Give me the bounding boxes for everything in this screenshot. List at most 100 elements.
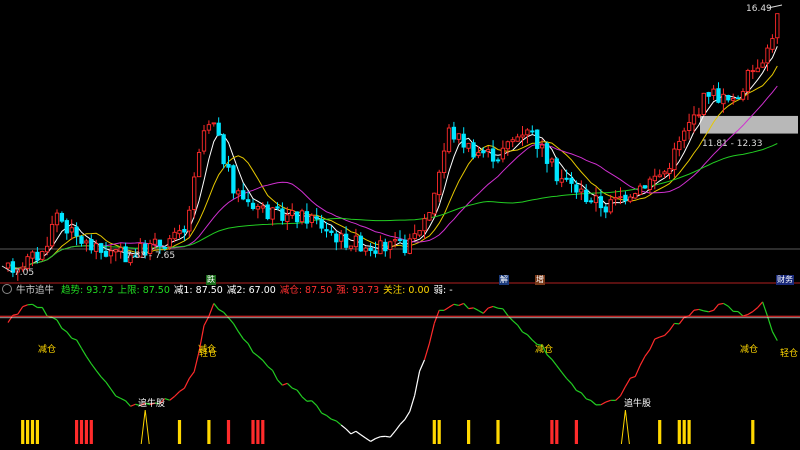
hist-bar-24 [687, 420, 691, 444]
candle-130 [642, 185, 648, 190]
candle-body [432, 192, 437, 215]
hist-bar-5 [79, 420, 84, 444]
candle-body [731, 98, 736, 101]
candle-128 [633, 192, 638, 200]
candle-body [270, 207, 275, 220]
candle-body [221, 134, 226, 165]
candle-body [647, 178, 653, 190]
candle-body [378, 240, 383, 255]
candle-117 [579, 180, 584, 201]
indicator-seg-116 [571, 383, 577, 391]
candle-body [427, 212, 432, 221]
candle-body [5, 262, 11, 269]
indicator-seg-148 [727, 305, 734, 312]
indicator-seg-61 [301, 396, 308, 402]
indicator-seg-129 [634, 365, 641, 377]
candle-body [441, 150, 447, 174]
indicator-item-7: 弱: - [433, 285, 453, 296]
candle-152 [750, 64, 755, 79]
candle-157 [775, 13, 780, 44]
candle-65 [324, 222, 329, 238]
indicator-seg-102 [502, 308, 509, 316]
indicator-seg-72 [355, 430, 362, 436]
candle-body [721, 93, 726, 105]
candle-121 [598, 189, 604, 217]
candle-153 [755, 59, 760, 73]
candle-37 [187, 205, 192, 238]
candle-76 [378, 235, 383, 255]
candle-body [358, 235, 363, 252]
candle-body [407, 238, 412, 254]
indicator-seg-23 [115, 395, 121, 399]
indicator-seg-91 [448, 303, 455, 308]
indicator-seg-155 [762, 301, 769, 317]
candle-16 [84, 238, 89, 252]
indicator-seg-50 [247, 343, 254, 353]
indicator-seg-12 [61, 327, 68, 333]
candle-body [466, 142, 471, 149]
indicator-seg-141 [693, 308, 699, 311]
indicator-seg-64 [316, 405, 323, 414]
candle-body [206, 124, 212, 131]
indicator-seg-106 [522, 331, 528, 336]
badge-3[interactable]: 增 [535, 275, 545, 285]
indicator-seg-60 [296, 389, 303, 398]
candle-89 [441, 143, 447, 179]
candle-body [652, 175, 657, 182]
indicator-seg-156 [766, 315, 773, 332]
indicator-seg-140 [688, 309, 695, 317]
indicator-label-5: 轻仓 [780, 347, 798, 359]
candle-59 [294, 211, 300, 229]
badge-4[interactable]: 财务 [776, 275, 794, 285]
indicator-seg-73 [360, 434, 367, 439]
candle-body [402, 239, 408, 254]
indicator-seg-74 [365, 437, 371, 442]
candle-49 [245, 191, 251, 207]
candle-body [628, 196, 633, 202]
candle-98 [486, 145, 491, 158]
indicator-seg-122 [600, 401, 607, 406]
candle-92 [456, 133, 461, 144]
candle-87 [432, 192, 437, 217]
price-panel: 16.49 7.05 7.83 - 7.65 11.81 - 12.33 [0, 4, 800, 284]
candle-body [216, 122, 221, 136]
candle-105 [520, 125, 525, 146]
indicator-seg-63 [311, 400, 318, 406]
candle-body [192, 176, 197, 210]
badge-2[interactable]: 解 [499, 275, 509, 285]
candle-body [84, 240, 89, 244]
candle-7 [40, 250, 45, 261]
indicator-seg-16 [80, 347, 87, 357]
hist-bar-3 [35, 420, 39, 444]
indicator-seg-94 [463, 303, 470, 310]
candle-body [559, 178, 564, 183]
candle-body [584, 189, 589, 203]
candle-body [172, 231, 177, 240]
indicator-seg-55 [272, 370, 279, 381]
candle-77 [383, 238, 388, 257]
candle-46 [231, 164, 236, 199]
candle-69 [343, 226, 349, 251]
candle-11 [59, 211, 65, 223]
spike-0 [140, 409, 150, 445]
candle-99 [490, 140, 496, 169]
candle-9 [49, 215, 55, 249]
indicator-item-1: 上限: 87.50 [117, 285, 170, 296]
candle-119 [588, 197, 594, 204]
candle-107 [530, 125, 535, 135]
indicator-seg-42 [208, 303, 215, 317]
candle-body [598, 196, 604, 209]
candle-50 [250, 199, 256, 211]
candle-body [285, 214, 290, 222]
candle-138 [682, 127, 687, 149]
indicator-seg-21 [105, 381, 112, 390]
badge-1[interactable]: 跌 [206, 275, 216, 285]
settings-circle-icon[interactable] [2, 284, 12, 294]
indicator-seg-69 [340, 424, 347, 430]
candle-body [446, 127, 452, 153]
indicator-seg-84 [414, 371, 421, 396]
indicator-seg-144 [708, 309, 714, 313]
indicator-seg-86 [423, 343, 430, 361]
candle-body [280, 208, 285, 221]
indicator-seg-71 [350, 430, 357, 435]
